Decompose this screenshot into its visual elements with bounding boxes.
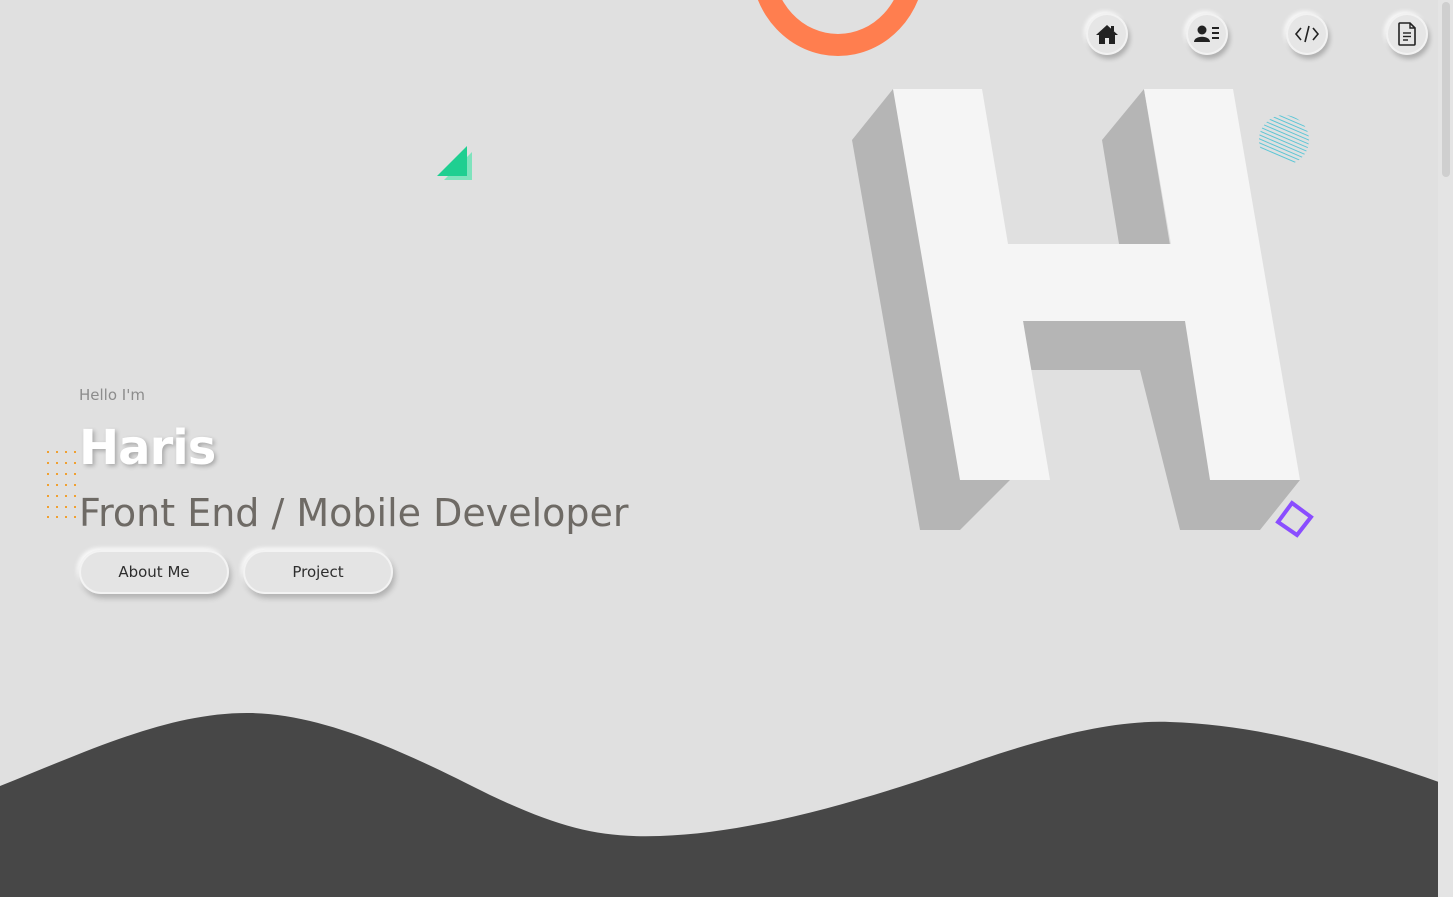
big-h-logo: [852, 89, 1300, 530]
green-triangle-decoration: [437, 146, 472, 180]
nav-about-button[interactable]: [1186, 13, 1228, 55]
scrollbar-thumb[interactable]: [1442, 2, 1450, 177]
home-icon: [1096, 25, 1118, 44]
hero-name: Haris: [79, 420, 216, 476]
project-button[interactable]: Project: [243, 550, 393, 594]
nav-code-button[interactable]: [1286, 13, 1328, 55]
document-icon: [1398, 22, 1416, 46]
purple-diamond-decoration: [1275, 500, 1314, 538]
hero-role: Front End / Mobile Developer: [79, 491, 629, 535]
nav-home-button[interactable]: [1086, 13, 1128, 55]
page: Hello I'm Haris Front End / Mobile Devel…: [0, 0, 1453, 897]
hero-greeting: Hello I'm: [79, 386, 145, 404]
about-me-button[interactable]: About Me: [79, 550, 229, 594]
footer-wave: [0, 712, 1453, 897]
contact-card-icon: [1194, 25, 1219, 42]
dotted-grid-decoration: [47, 451, 76, 518]
nav-resume-button[interactable]: [1386, 13, 1428, 55]
orange-ring-decoration: [751, 0, 925, 56]
code-icon: [1294, 25, 1320, 43]
page-scrollbar[interactable]: [1438, 0, 1453, 897]
